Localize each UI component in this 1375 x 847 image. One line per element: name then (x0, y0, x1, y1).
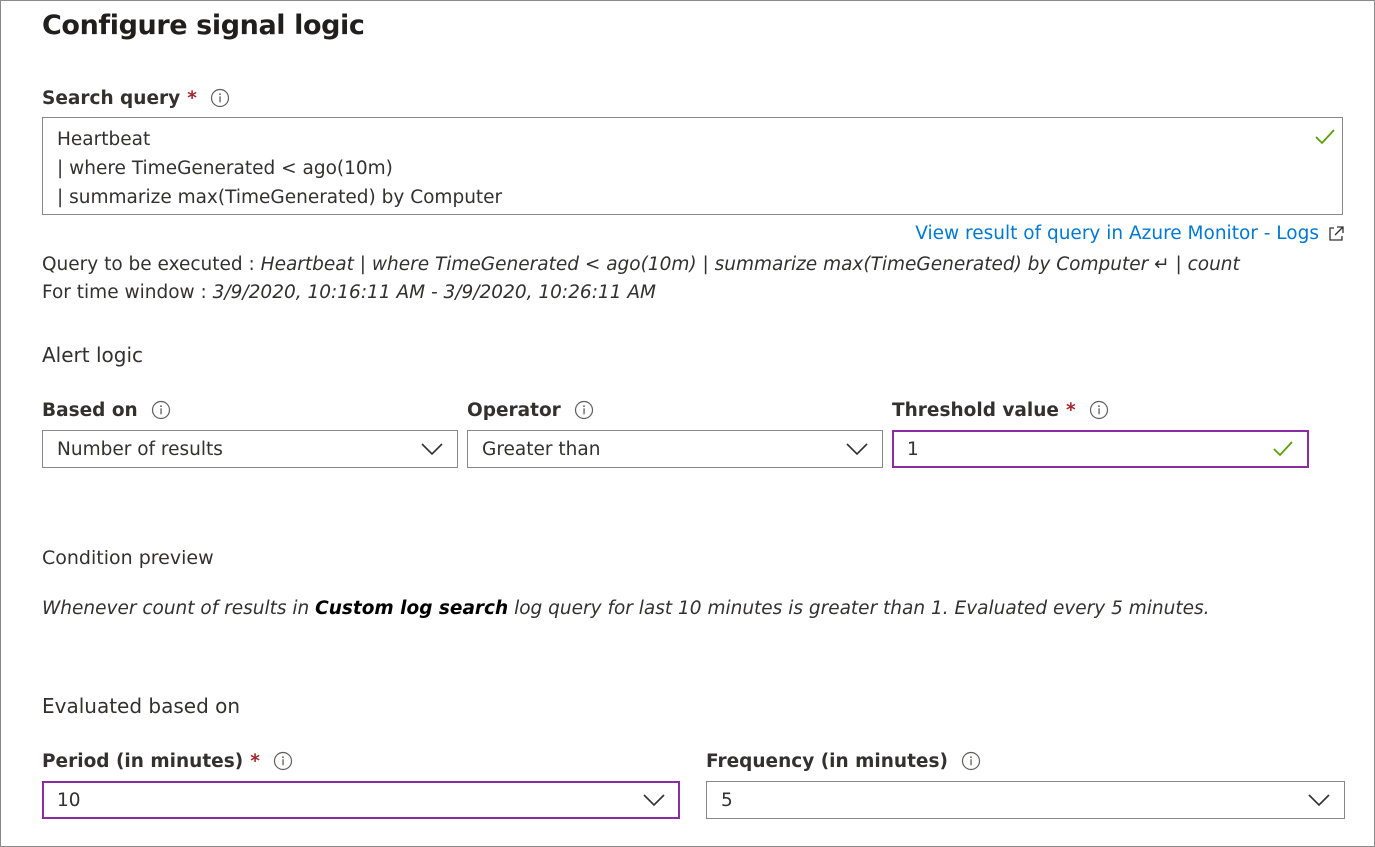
page-title: Configure signal logic (42, 10, 365, 41)
query-executed-line: Query to be executed : Heartbeat | where… (42, 254, 1240, 275)
query-executed-prefix: Query to be executed : (42, 254, 261, 275)
period-label-row: Period (in minutes) * (42, 749, 293, 773)
period-dropdown[interactable]: 10 (42, 781, 680, 819)
alert-logic-heading: Alert logic (42, 343, 144, 367)
based-on-value: Number of results (57, 438, 223, 460)
condition-preview-heading: Condition preview (42, 547, 214, 569)
frequency-value: 5 (721, 789, 733, 811)
chevron-down-icon (1308, 794, 1330, 807)
view-query-results-link-text[interactable]: View result of query in Azure Monitor - … (915, 223, 1319, 244)
frequency-label-row: Frequency (in minutes) (706, 749, 981, 773)
operator-label: Operator (467, 399, 561, 421)
info-icon[interactable] (574, 400, 594, 420)
operator-value: Greater than (482, 438, 601, 460)
chevron-down-icon (846, 443, 868, 456)
condition-preview-before: Whenever count of results in (42, 598, 316, 619)
view-query-results-link[interactable]: View result of query in Azure Monitor - … (915, 223, 1345, 244)
info-icon[interactable] (961, 751, 981, 771)
based-on-dropdown[interactable]: Number of results (42, 430, 458, 468)
info-icon[interactable] (1089, 400, 1109, 420)
frequency-dropdown[interactable]: 5 (706, 781, 1345, 819)
query-executed-value: Heartbeat | where TimeGenerated < ago(10… (260, 254, 1240, 275)
frequency-label: Frequency (in minutes) (706, 750, 948, 772)
required-marker: * (250, 750, 260, 772)
required-marker: * (187, 87, 197, 109)
period-value: 10 (57, 789, 81, 811)
external-link-icon (1329, 225, 1344, 241)
required-marker: * (1065, 399, 1076, 421)
chevron-down-icon (421, 443, 443, 456)
time-window-prefix: For time window : (42, 282, 213, 303)
search-query-input[interactable]: Heartbeat | where TimeGenerated < ago(10… (42, 117, 1343, 215)
time-window-value: 3/9/2020, 10:16:11 AM - 3/9/2020, 10:26:… (212, 282, 656, 303)
threshold-value: 1 (907, 438, 919, 460)
search-query-label: Search query (42, 87, 181, 109)
threshold-label: Threshold value (892, 399, 1059, 421)
chevron-down-icon (643, 794, 665, 807)
condition-preview-bold: Custom log search (315, 598, 509, 619)
operator-dropdown[interactable]: Greater than (467, 430, 883, 468)
threshold-input[interactable]: 1 (892, 430, 1309, 468)
evaluated-heading: Evaluated based on (42, 694, 241, 718)
based-on-label-row: Based on (42, 398, 171, 422)
based-on-label: Based on (42, 399, 138, 421)
period-label: Period (in minutes) (42, 750, 244, 772)
search-query-label-row: Search query * (42, 86, 230, 110)
valid-check-icon (1273, 441, 1293, 457)
info-icon[interactable] (151, 400, 171, 420)
operator-label-row: Operator (467, 398, 594, 422)
time-window-line: For time window : 3/9/2020, 10:16:11 AM … (42, 282, 656, 303)
condition-preview-text: Whenever count of results in Custom log … (42, 598, 1210, 619)
threshold-label-row: Threshold value * (892, 398, 1109, 422)
info-icon[interactable] (210, 88, 230, 108)
condition-preview-after: log query for last 10 minutes is greater… (508, 598, 1210, 619)
info-icon[interactable] (273, 751, 293, 771)
valid-check-icon (1315, 129, 1335, 145)
